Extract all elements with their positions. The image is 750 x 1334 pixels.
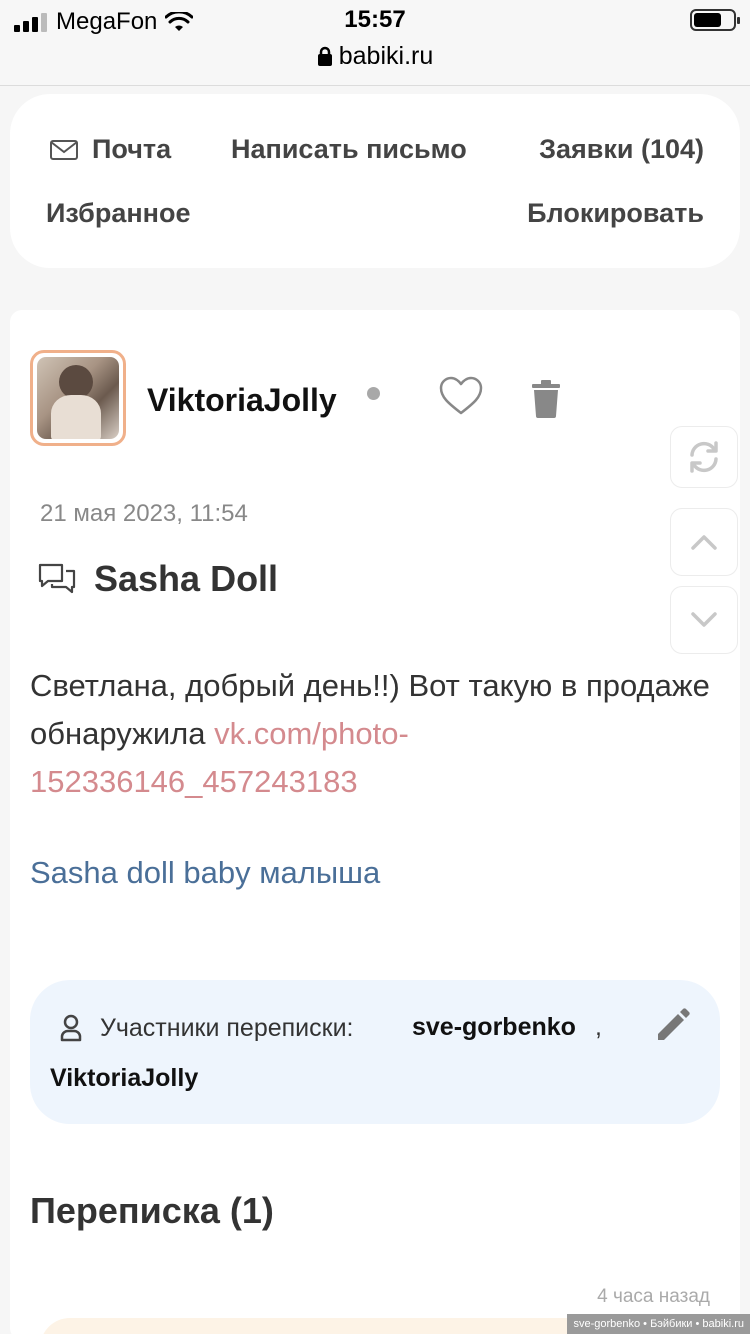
participants-box: Участники переписки: sve-gorbenko , Vikt… xyxy=(30,980,720,1124)
nav-write-link[interactable]: Написать письмо xyxy=(231,134,467,165)
avatar[interactable] xyxy=(30,350,126,446)
online-status-dot xyxy=(367,387,380,400)
participant-user-1[interactable]: sve-gorbenko xyxy=(412,1013,576,1042)
clock: 15:57 xyxy=(344,6,406,33)
nav-mail-link[interactable]: Почта xyxy=(50,134,171,165)
watermark-credit: sve-gorbenko • Бэйбики • babiki.ru xyxy=(567,1314,750,1334)
message-body: Светлана, добрый день!!) Вот такую в про… xyxy=(30,662,710,806)
message-subject: Sasha Doll xyxy=(94,558,279,599)
participant-separator: , xyxy=(595,1013,602,1041)
status-bar: MegaFon 15:57 babiki.ru xyxy=(0,0,750,86)
trash-icon xyxy=(532,380,560,418)
person-icon xyxy=(60,1014,82,1042)
favorite-button[interactable] xyxy=(438,376,484,421)
thread-title: Переписка (1) xyxy=(30,1190,274,1231)
message-card: ViktoriaJolly 21 мая 2023, 11:54 Sasha D… xyxy=(10,310,740,1334)
scroll-down-button[interactable] xyxy=(670,586,738,654)
tag-link[interactable]: Sasha doll baby малыша xyxy=(30,855,380,891)
battery-icon xyxy=(690,9,740,31)
address-bar[interactable]: babiki.ru xyxy=(0,42,750,71)
avatar-image xyxy=(37,357,119,439)
refresh-icon xyxy=(690,441,718,473)
nav-favorites-link[interactable]: Избранное xyxy=(46,198,190,229)
chevron-down-icon xyxy=(691,612,717,627)
participants-label: Участники переписки: xyxy=(100,1014,354,1042)
author-username[interactable]: ViktoriaJolly xyxy=(147,382,337,419)
chat-icon xyxy=(38,563,76,594)
subject-row: Sasha Doll xyxy=(38,558,278,600)
participant-user-2[interactable]: ViktoriaJolly xyxy=(50,1064,198,1093)
nav-block-link[interactable]: Блокировать xyxy=(527,198,704,229)
envelope-icon xyxy=(50,139,78,160)
nav-mail-label: Почта xyxy=(92,134,172,164)
edit-participants-button[interactable] xyxy=(654,1008,690,1049)
scroll-up-button[interactable] xyxy=(670,508,738,576)
nav-requests-link[interactable]: Заявки (104) xyxy=(539,134,704,165)
pencil-icon xyxy=(658,1008,690,1040)
refresh-button[interactable] xyxy=(670,426,738,488)
chevron-up-icon xyxy=(691,535,717,550)
mail-nav-card: Почта Написать письмо Заявки (104) Избра… xyxy=(10,94,740,268)
reply-time-ago: 4 часа назад xyxy=(597,1286,710,1307)
lock-icon xyxy=(317,46,332,66)
url-text: babiki.ru xyxy=(338,42,434,70)
heart-icon xyxy=(439,376,483,415)
message-date: 21 мая 2023, 11:54 xyxy=(40,500,248,527)
delete-button[interactable] xyxy=(530,380,562,423)
